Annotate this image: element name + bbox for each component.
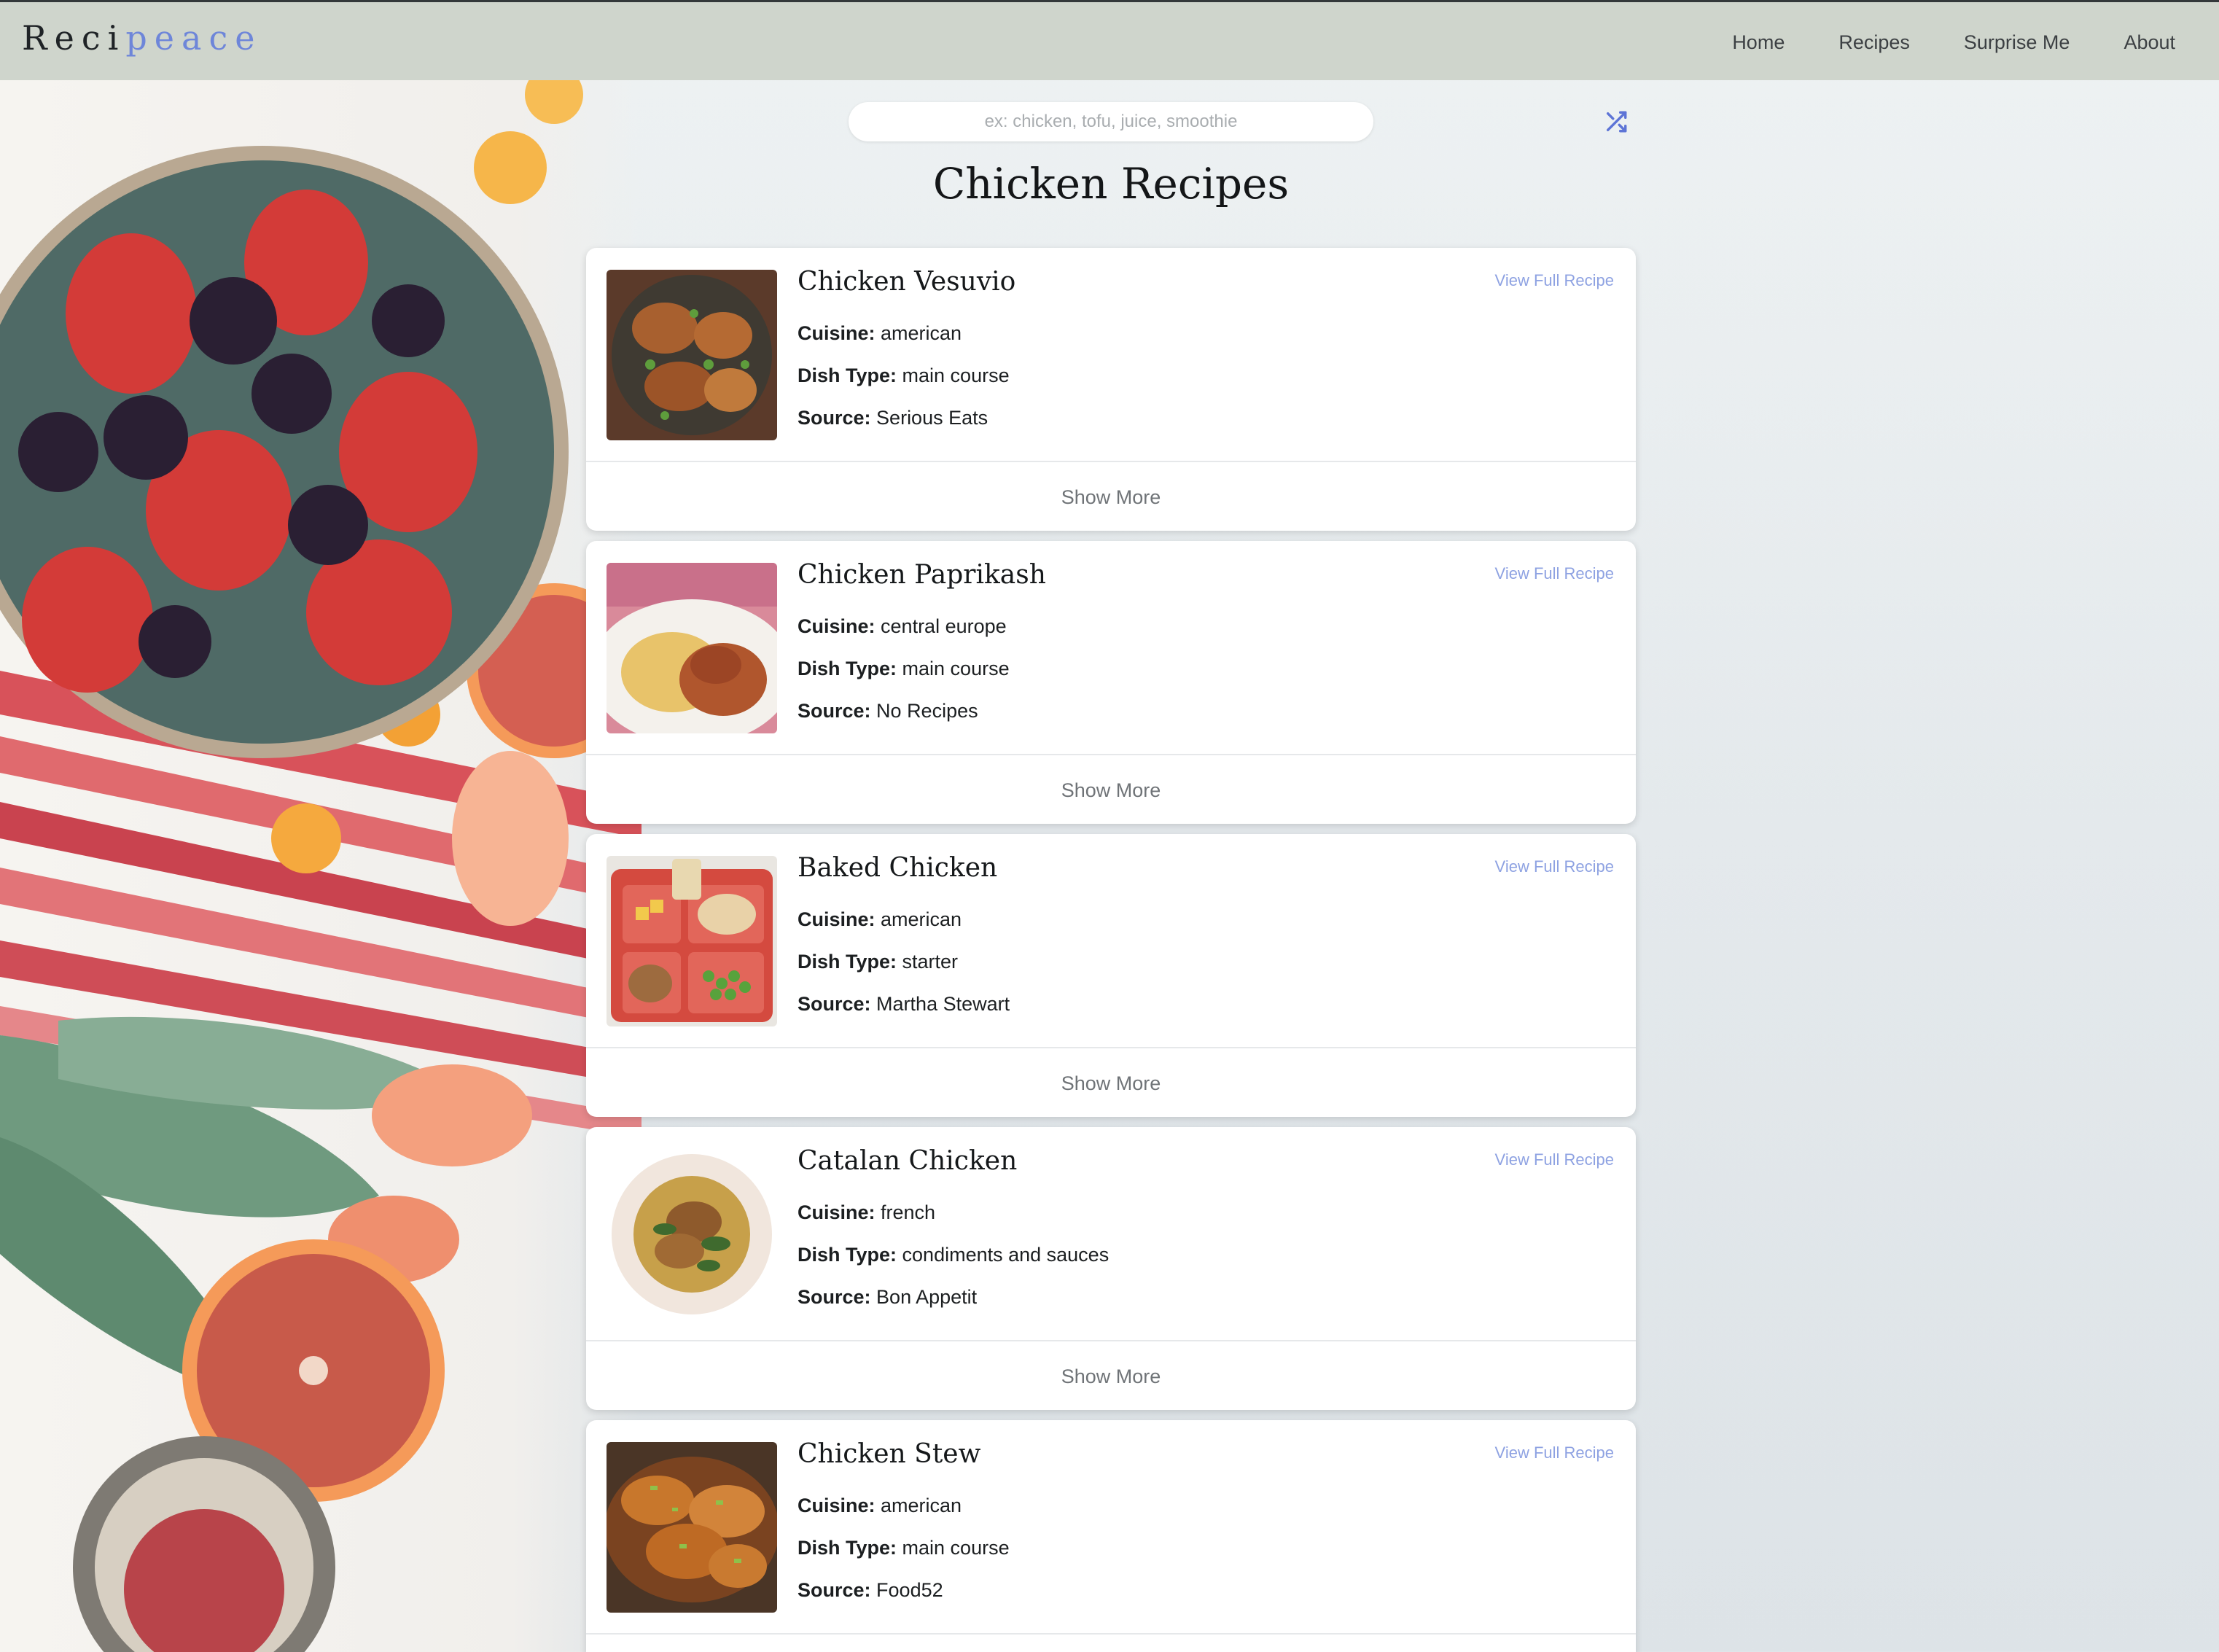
recipe-dish-type: Dish Type: main course: [797, 658, 1010, 679]
recipe-title: Chicken Stew: [797, 1439, 981, 1469]
view-full-recipe-link[interactable]: View Full Recipe: [1495, 1443, 1614, 1462]
brand-logo[interactable]: Recipeace: [22, 18, 262, 58]
recipe-title: Baked Chicken: [797, 853, 998, 883]
recipe-source: Source: Martha Stewart: [797, 993, 1010, 1015]
show-more-button[interactable]: Show More: [586, 462, 1636, 531]
recipe-title: Chicken Paprikash: [797, 560, 1046, 590]
nav-about[interactable]: About: [2124, 31, 2175, 54]
recipe-dish-type: Dish Type: main course: [797, 1537, 1010, 1559]
nav-links: Home Recipes Surprise Me About: [1732, 2, 2175, 82]
search-bar: [849, 102, 1373, 141]
view-full-recipe-link[interactable]: View Full Recipe: [1495, 1150, 1614, 1169]
recipe-card: Chicken Vesuvio Cuisine: american Dish T…: [586, 248, 1636, 531]
recipe-dish-type: Dish Type: main course: [797, 365, 1010, 386]
recipe-card: Chicken Paprikash Cuisine: central europ…: [586, 541, 1636, 824]
recipe-source: Source: Bon Appetit: [797, 1286, 978, 1308]
recipe-cuisine: Cuisine: american: [797, 908, 962, 930]
recipe-card: Catalan Chicken Cuisine: french Dish Typ…: [586, 1127, 1636, 1410]
recipe-thumbnail: [607, 1442, 777, 1613]
recipe-source: Source: Serious Eats: [797, 407, 988, 429]
recipe-list: Chicken Vesuvio Cuisine: american Dish T…: [586, 248, 1636, 1652]
recipe-thumbnail: [607, 270, 777, 440]
recipe-card: Chicken Stew Cuisine: american Dish Type…: [586, 1420, 1636, 1652]
recipe-title: Catalan Chicken: [797, 1146, 1018, 1176]
brand-text-part2: peace: [125, 18, 262, 58]
view-full-recipe-link[interactable]: View Full Recipe: [1495, 271, 1614, 290]
brand-text-part1: Reci: [22, 18, 126, 58]
recipe-source: Source: Food52: [797, 1579, 943, 1601]
background-food-photo: [0, 0, 641, 1652]
show-more-button[interactable]: Show More: [586, 755, 1636, 824]
page-title: Chicken Recipes: [932, 159, 1290, 209]
show-more-button[interactable]: Show More: [586, 1048, 1636, 1117]
recipe-cuisine: Cuisine: central europe: [797, 615, 1007, 637]
shuffle-icon[interactable]: [1604, 109, 1629, 134]
search-input[interactable]: [849, 102, 1373, 141]
recipe-cuisine: Cuisine: american: [797, 1495, 962, 1516]
recipe-dish-type: Dish Type: starter: [797, 951, 959, 973]
recipe-cuisine: Cuisine: american: [797, 322, 962, 344]
view-full-recipe-link[interactable]: View Full Recipe: [1495, 564, 1614, 583]
show-more-button[interactable]: Show More: [586, 1341, 1636, 1410]
view-full-recipe-link[interactable]: View Full Recipe: [1495, 857, 1614, 876]
nav-recipes[interactable]: Recipes: [1838, 31, 1910, 54]
recipe-thumbnail: [607, 563, 777, 733]
recipe-cuisine: Cuisine: french: [797, 1201, 936, 1223]
recipe-title: Chicken Vesuvio: [797, 267, 1016, 297]
show-more-button[interactable]: Show More: [586, 1635, 1636, 1652]
top-navbar: Recipeace Home Recipes Surprise Me About: [0, 0, 2219, 80]
recipe-source: Source: No Recipes: [797, 700, 978, 722]
nav-home[interactable]: Home: [1732, 31, 1785, 54]
recipe-card: Baked Chicken Cuisine: american Dish Typ…: [586, 834, 1636, 1117]
recipe-thumbnail: [607, 856, 777, 1026]
nav-surprise-me[interactable]: Surprise Me: [1964, 31, 2070, 54]
recipe-dish-type: Dish Type: condiments and sauces: [797, 1244, 1110, 1266]
recipe-thumbnail: [607, 1149, 777, 1320]
